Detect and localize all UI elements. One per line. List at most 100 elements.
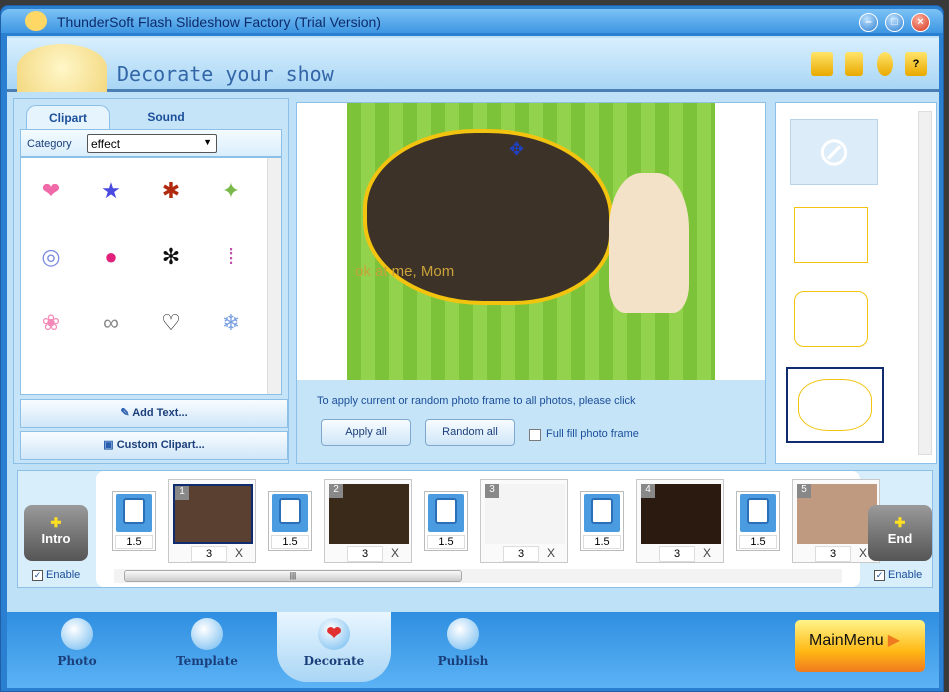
intro-enable-checkbox[interactable]: ✓ Enable: [32, 569, 80, 581]
app-logo-icon: [25, 11, 47, 31]
title-bar: ThunderSoft Flash Slideshow Factory (Tri…: [1, 9, 943, 33]
slide-duration[interactable]: 3: [659, 546, 695, 562]
clipart-rings[interactable]: ◎: [21, 224, 81, 290]
user-icon[interactable]: [877, 52, 893, 76]
nav-decorate[interactable]: ❤ Decorate: [277, 612, 391, 682]
slide-number: 5: [797, 484, 811, 498]
custom-clipart-label: Custom Clipart...: [116, 439, 205, 451]
clipart-petals[interactable]: ❀: [21, 290, 81, 356]
slide-duration[interactable]: 3: [191, 546, 227, 562]
main-menu-button[interactable]: MainMenu ▶: [795, 620, 925, 672]
transition-duration[interactable]: 1.5: [583, 535, 621, 549]
clipart-confetti[interactable]: ✦: [201, 158, 261, 224]
plus-icon: ✚: [894, 515, 906, 530]
photo-icon: [61, 618, 93, 650]
delete-icon[interactable]: X: [235, 546, 243, 560]
slide-item[interactable]: 33X: [480, 479, 568, 563]
main-menu-label: MainMenu: [809, 632, 884, 649]
check-icon: ✓: [32, 570, 43, 581]
clipart-ant[interactable]: ✻: [141, 224, 201, 290]
frame-rectangle[interactable]: [794, 207, 868, 263]
transition-item[interactable]: 1.5: [112, 491, 156, 551]
slide-item[interactable]: 2 3X: [324, 479, 412, 563]
clipart-heart-outline[interactable]: ♡: [141, 290, 201, 356]
clipart-heart[interactable]: ❤: [21, 158, 81, 224]
clipart-butterfly[interactable]: ✱: [141, 158, 201, 224]
transition-duration[interactable]: 1.5: [115, 535, 153, 549]
delete-icon[interactable]: X: [391, 546, 399, 560]
timeline-scrollbar[interactable]: |||: [114, 569, 842, 583]
close-button[interactable]: ×: [911, 13, 930, 32]
clipart-stars[interactable]: ★: [81, 158, 141, 224]
clipart-lips[interactable]: ●: [81, 224, 141, 290]
slide-thumbnail: 4: [641, 484, 721, 544]
clipart-snowflake[interactable]: ❄: [201, 290, 261, 356]
preview-image: ✥ ok at me, Mom: [347, 103, 715, 380]
transition-icon: [272, 494, 308, 532]
delete-icon[interactable]: X: [547, 546, 555, 560]
template-icon: [191, 618, 223, 650]
transition-item[interactable]: 1.5: [268, 491, 312, 551]
frame-none[interactable]: ⊘: [790, 119, 878, 185]
apply-all-button[interactable]: Apply all: [321, 419, 411, 446]
frame-wavy[interactable]: [794, 291, 868, 347]
minimize-button[interactable]: –: [859, 13, 878, 32]
move-handle-icon[interactable]: ✥: [509, 139, 524, 160]
full-fill-checkbox[interactable]: [529, 429, 541, 441]
delete-icon[interactable]: X: [859, 546, 867, 560]
end-button[interactable]: ✚ End: [868, 505, 932, 561]
category-select[interactable]: effect ▼: [87, 134, 217, 153]
slide-duration[interactable]: 3: [503, 546, 539, 562]
clipart-drops[interactable]: ⁞: [201, 224, 261, 290]
slide-number: 4: [641, 484, 655, 498]
preview-canvas[interactable]: ✥ ok at me, Mom: [297, 103, 765, 380]
random-all-button[interactable]: Random all: [425, 419, 515, 446]
add-text-button[interactable]: ✎ Add Text...: [20, 399, 288, 428]
instruction-text: To apply current or random photo frame t…: [317, 395, 636, 407]
transition-duration[interactable]: 1.5: [427, 535, 465, 549]
frame-list: ⊘: [775, 102, 937, 464]
slide-number: 1: [175, 486, 189, 500]
clipart-swirl[interactable]: ∞: [81, 290, 141, 356]
end-enable-checkbox[interactable]: ✓ Enable: [874, 569, 922, 581]
nav-photo-label: Photo: [57, 654, 97, 668]
slide-thumbnail: 5: [797, 484, 877, 544]
intro-button[interactable]: ✚ Intro: [24, 505, 88, 561]
save-icon[interactable]: [845, 52, 863, 76]
clipart-scrollbar[interactable]: [267, 158, 281, 394]
cartoon-girl: [609, 173, 689, 313]
slide-duration[interactable]: 3: [815, 546, 851, 562]
tab-sound[interactable]: Sound: [126, 105, 206, 129]
maximize-button[interactable]: □: [885, 13, 904, 32]
clipart-panel: Clipart Sound Category effect ▼ ❤ ★ ✱ ✦ ◎…: [13, 98, 289, 464]
slide-item[interactable]: 5 3X: [792, 479, 880, 563]
add-text-label: Add Text...: [132, 407, 188, 419]
delete-icon[interactable]: X: [703, 546, 711, 560]
transition-duration[interactable]: 1.5: [739, 535, 777, 549]
intro-enable-label: Enable: [46, 569, 81, 581]
tab-clipart[interactable]: Clipart: [26, 105, 110, 129]
frame-scrollbar[interactable]: [918, 111, 932, 455]
transition-item[interactable]: 1.5: [424, 491, 468, 551]
slide-duration[interactable]: 3: [347, 546, 383, 562]
page-title: Decorate your show: [117, 62, 334, 86]
clipart-grid: ❤ ★ ✱ ✦ ◎ ● ✻ ⁞ ❀ ∞ ♡ ❄: [20, 157, 282, 395]
transition-duration[interactable]: 1.5: [271, 535, 309, 549]
slide-thumbnail: 2: [329, 484, 409, 544]
scroll-thumb[interactable]: |||: [124, 570, 462, 582]
photo-caption[interactable]: ok at me, Mom: [355, 263, 454, 280]
slide-item[interactable]: 1 3X: [168, 479, 256, 563]
custom-clipart-button[interactable]: ▣ Custom Clipart...: [20, 431, 288, 460]
transition-item[interactable]: 1.5: [580, 491, 624, 551]
transition-item[interactable]: 1.5: [736, 491, 780, 551]
nav-publish[interactable]: Publish: [413, 612, 513, 682]
help-icon[interactable]: ?: [905, 52, 927, 76]
frame-cloud[interactable]: [786, 367, 884, 443]
play-arrow-icon: ▶: [887, 632, 901, 649]
slide-item[interactable]: 4 3X: [636, 479, 724, 563]
slide-number: 2: [329, 484, 343, 498]
open-folder-icon[interactable]: [811, 52, 833, 76]
plus-icon: ✚: [50, 515, 62, 530]
nav-photo[interactable]: Photo: [27, 612, 127, 682]
nav-template[interactable]: Template: [157, 612, 257, 682]
